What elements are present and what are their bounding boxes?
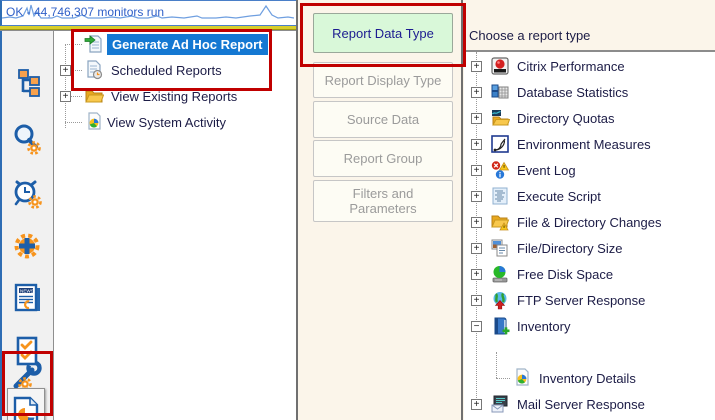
tree-item-citrix-performance[interactable]: + Citrix Performance [464,53,625,79]
tree-item-execute-script[interactable]: + Execute Script [464,183,601,209]
tree-item-label[interactable]: Inventory Details [539,371,636,386]
tab-filters-and-parameters[interactable]: Filters and Parameters [313,180,453,222]
scheduled-reports-icon [84,60,104,80]
tree-item-file-directory-changes[interactable]: + File & Directory Changes [464,209,662,235]
hierarchy-icon[interactable] [11,67,43,99]
mail-server-icon [490,394,510,414]
tree-item-label[interactable]: File & Directory Changes [517,215,662,230]
expand-toggle[interactable]: + [471,243,482,254]
alarm-gear-icon[interactable] [11,177,43,209]
sidebar-accent-stripe [0,31,2,420]
tree-item-ftp-server-response[interactable]: + FTP Server Response [464,287,645,313]
report-pie-icon [12,396,40,420]
book-plus-icon [490,316,510,336]
tree-item-inventory[interactable]: − Inventory [464,313,570,339]
main-sidebar: NEWS [0,31,54,420]
monitor-status-text: OK - 44,746,307 monitors run [6,5,164,19]
tree-item-label[interactable]: Database Statistics [517,85,628,100]
folder-icon [84,86,104,106]
nav-item-view-system-activity[interactable]: View System Activity [55,109,226,135]
tree-item-free-disk-space[interactable]: + Free Disk Space [464,261,613,287]
nav-item-label[interactable]: Scheduled Reports [111,63,222,78]
search-gear-icon[interactable] [11,123,43,155]
event-log-icon [490,160,510,180]
environment-measures-icon [490,134,510,154]
choose-report-type-label: Choose a report type [469,28,590,43]
database-statistics-icon [490,82,510,102]
nav-item-scheduled-reports[interactable]: + Scheduled Reports [55,57,222,83]
globe-arrow-icon [490,290,510,310]
expand-toggle[interactable]: + [471,399,482,410]
file-size-icon [490,238,510,258]
gear-plus-icon[interactable] [11,230,43,262]
expand-toggle[interactable]: + [60,65,71,76]
tree-item-event-log[interactable]: + Event Log [464,157,576,183]
tree-item-environment-measures[interactable]: + Environment Measures [464,131,651,157]
tab-report-group[interactable]: Report Group [313,140,453,177]
doc-pie-icon [84,112,104,132]
tree-item-directory-quotas[interactable]: + Directory Quotas [464,105,615,131]
expand-toggle[interactable]: + [60,91,71,102]
nav-item-view-existing-reports[interactable]: + View Existing Reports [55,83,237,109]
expand-toggle[interactable]: + [471,269,482,280]
tree-item-label[interactable]: Execute Script [517,189,601,204]
tab-source-data[interactable]: Source Data [313,101,453,138]
news-icon[interactable]: NEWS [11,282,43,314]
tab-report-data-type[interactable]: Report Data Type [313,13,453,53]
collapse-toggle[interactable]: − [471,321,482,332]
expand-toggle[interactable]: + [471,217,482,228]
tree-item-label[interactable]: Directory Quotas [517,111,615,126]
execute-script-icon [490,186,510,206]
expand-toggle[interactable]: + [471,61,482,72]
tree-item-inventory-details[interactable]: Inventory Details [464,365,636,391]
wrench-gear-icon[interactable] [11,359,43,391]
folder-warning-icon [490,212,510,232]
wizard-step-panel: Report Data Type Report Display Type Sou… [296,0,461,420]
report-type-panel: Choose a report type + Citrix Performanc… [461,0,715,420]
app-window: OK - 44,746,307 monitors run [0,0,715,420]
disk-pie-icon [490,264,510,284]
expand-toggle[interactable]: + [471,191,482,202]
tree-item-database-statistics[interactable]: + Database Statistics [464,79,628,105]
tree-item-label[interactable]: Environment Measures [517,137,651,152]
nav-item-label[interactable]: Generate Ad Hoc Report [107,34,268,55]
expand-toggle[interactable]: + [471,139,482,150]
tree-item-label[interactable]: Inventory [517,319,570,334]
report-type-tree: + Citrix Performance + [464,50,715,420]
tree-item-label[interactable]: Event Log [517,163,576,178]
status-graph[interactable]: OK - 44,746,307 monitors run [0,0,297,26]
reports-sidebar-button[interactable] [7,388,45,420]
tab-report-display-type[interactable]: Report Display Type [313,62,453,98]
tree-item-mail-server-response[interactable]: + Mail Server Response [464,391,645,417]
ad-hoc-report-icon [84,34,104,54]
svg-text:NEWS: NEWS [20,288,34,293]
tree-item-label[interactable]: Citrix Performance [517,59,625,74]
tree-item-label[interactable]: File/Directory Size [517,241,622,256]
nav-item-label[interactable]: View System Activity [107,115,226,130]
citrix-performance-icon [490,56,510,76]
directory-quotas-icon [490,108,510,128]
tree-item-label[interactable]: Mail Server Response [517,397,645,412]
tree-item-label[interactable]: Free Disk Space [517,267,613,282]
expand-toggle[interactable]: + [471,113,482,124]
expand-toggle[interactable]: + [471,295,482,306]
tree-item-label[interactable]: FTP Server Response [517,293,645,308]
doc-pie-icon [512,368,532,388]
nav-item-generate-ad-hoc-report[interactable]: Generate Ad Hoc Report [55,31,268,57]
tree-item-file-directory-size[interactable]: + File/Directory Size [464,235,622,261]
reports-nav-tree: Generate Ad Hoc Report + Scheduled Repor… [55,31,296,420]
expand-toggle[interactable]: + [471,165,482,176]
nav-item-label[interactable]: View Existing Reports [111,89,237,104]
expand-toggle[interactable]: + [471,87,482,98]
